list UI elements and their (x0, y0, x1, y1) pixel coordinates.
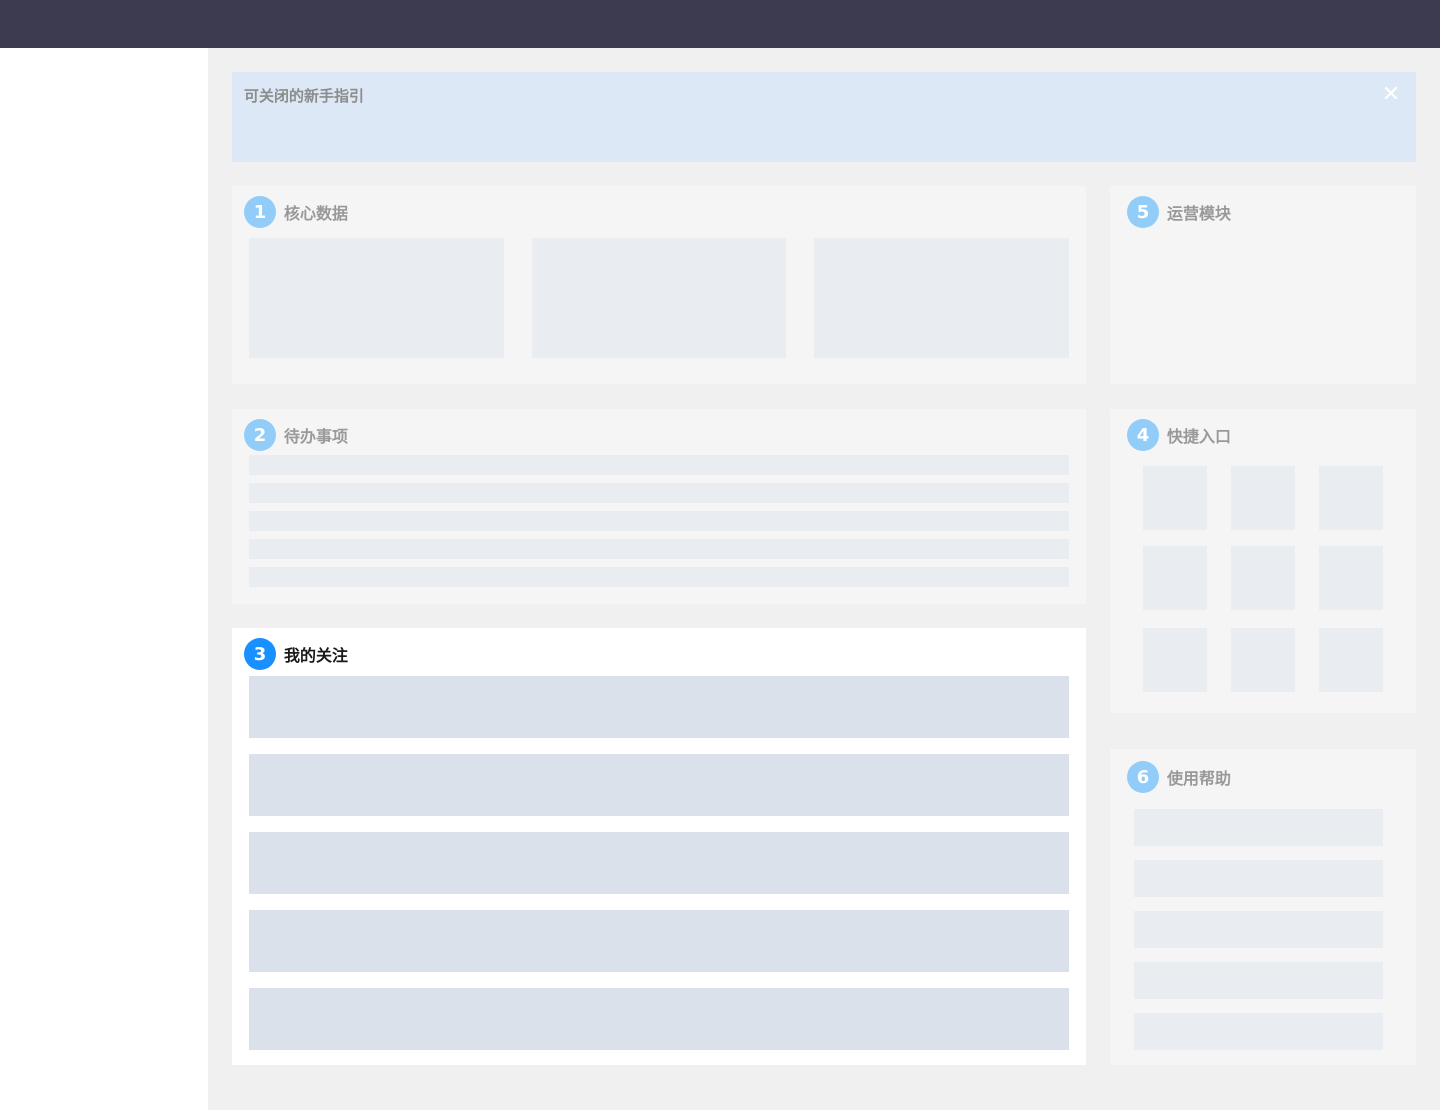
help-item[interactable] (1134, 911, 1383, 948)
my-follow-header: 3 我的关注 (244, 638, 348, 670)
sidebar (0, 48, 208, 1110)
main-content: 可关闭的新手指引 ✕ 1 核心数据 5 运营模块 2 待办事项 4 快捷入口 3… (208, 48, 1440, 1110)
core-data-header: 1 核心数据 (244, 196, 348, 228)
core-data-card[interactable] (532, 238, 786, 358)
follow-item[interactable] (249, 754, 1069, 816)
step-badge-4: 4 (1127, 419, 1159, 451)
follow-item[interactable] (249, 988, 1069, 1050)
todo-header: 2 待办事项 (244, 419, 348, 451)
guide-title: 可关闭的新手指引 (244, 87, 365, 105)
step-badge-3: 3 (244, 638, 276, 670)
help-item[interactable] (1134, 809, 1383, 846)
follow-item[interactable] (249, 832, 1069, 894)
core-data-title: 核心数据 (284, 204, 349, 223)
quick-entry-tile[interactable] (1143, 546, 1207, 610)
quick-entry-tile[interactable] (1231, 628, 1295, 692)
todo-item[interactable] (249, 483, 1069, 503)
core-data-panel: 1 核心数据 (232, 186, 1086, 384)
my-follow-title: 我的关注 (284, 646, 349, 665)
my-follow-panel: 3 我的关注 (232, 628, 1086, 1065)
onboarding-guide-banner: 可关闭的新手指引 ✕ (232, 72, 1416, 162)
quick-entry-tile[interactable] (1319, 546, 1383, 610)
follow-item[interactable] (249, 910, 1069, 972)
quick-entry-title: 快捷入口 (1167, 427, 1232, 446)
todo-item[interactable] (249, 511, 1069, 531)
help-panel: 6 使用帮助 (1110, 749, 1416, 1065)
quick-entry-tile[interactable] (1143, 628, 1207, 692)
quick-entry-tile[interactable] (1231, 546, 1295, 610)
close-icon[interactable]: ✕ (1380, 84, 1402, 106)
quick-entry-panel: 4 快捷入口 (1110, 409, 1416, 713)
help-header: 6 使用帮助 (1127, 761, 1231, 793)
top-navigation-bar (0, 0, 1440, 48)
todo-item[interactable] (249, 539, 1069, 559)
todo-item[interactable] (249, 567, 1069, 587)
operations-panel: 5 运营模块 (1110, 186, 1416, 384)
step-badge-5: 5 (1127, 196, 1159, 228)
todo-item[interactable] (249, 455, 1069, 475)
step-badge-2: 2 (244, 419, 276, 451)
quick-entry-tile[interactable] (1319, 628, 1383, 692)
core-data-card[interactable] (814, 238, 1069, 358)
help-title: 使用帮助 (1167, 769, 1232, 788)
quick-entry-tile[interactable] (1143, 466, 1207, 530)
quick-entry-header: 4 快捷入口 (1127, 419, 1231, 451)
operations-title: 运营模块 (1167, 204, 1232, 223)
step-badge-1: 1 (244, 196, 276, 228)
step-badge-6: 6 (1127, 761, 1159, 793)
help-item[interactable] (1134, 860, 1383, 897)
help-item[interactable] (1134, 962, 1383, 999)
todo-title: 待办事项 (284, 427, 349, 446)
quick-entry-tile[interactable] (1319, 466, 1383, 530)
core-data-card[interactable] (249, 238, 504, 358)
help-item[interactable] (1134, 1013, 1383, 1050)
todo-panel: 2 待办事项 (232, 409, 1086, 604)
follow-item[interactable] (249, 676, 1069, 738)
operations-header: 5 运营模块 (1127, 196, 1231, 228)
quick-entry-tile[interactable] (1231, 466, 1295, 530)
